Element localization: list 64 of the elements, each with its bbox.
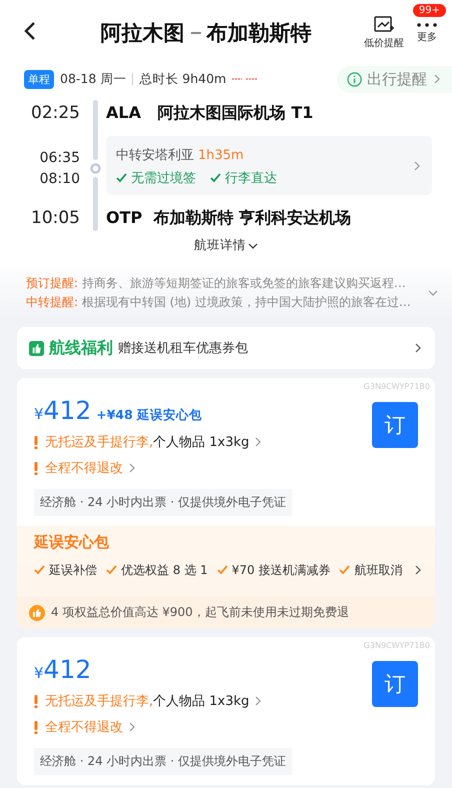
transfer-city: 中转安塔利亚 bbox=[116, 148, 194, 163]
arrival-time: 10:05 bbox=[31, 208, 80, 228]
check-icon bbox=[116, 173, 127, 183]
chevron-icon bbox=[253, 437, 264, 447]
total-duration: 总时长 9h40m bbox=[139, 70, 226, 88]
check-icon bbox=[339, 565, 350, 575]
route-title: 阿拉木图 bbox=[100, 20, 184, 47]
transfer-arrival-time: 06:35 bbox=[40, 150, 80, 166]
flight-details-link[interactable]: 航班详情 bbox=[0, 237, 452, 254]
transfer-card[interactable]: 中转安塔利亚 1h35m 无需过境签 行李直达 bbox=[106, 136, 432, 195]
chevron-icon bbox=[413, 564, 423, 574]
layover-duration: 1h35m bbox=[198, 148, 244, 163]
insurance-benefit: ¥70 接送机满减券 bbox=[216, 562, 330, 578]
chevron-icon bbox=[412, 160, 422, 170]
route-title: 布加勒斯特 bbox=[206, 20, 312, 47]
info-icon bbox=[347, 72, 362, 86]
fare-tags: 经济舱 · 24 小时内出票 · 仅提供境外电子凭证 bbox=[34, 489, 292, 516]
transfer-feature: 无需过境签 bbox=[116, 169, 196, 187]
trip-type-tag: 单程 bbox=[24, 70, 54, 88]
addon-price: +¥48 延误安心包 bbox=[96, 407, 202, 424]
departure-airport: ALA 阿拉木图国际机场 T1 bbox=[106, 102, 314, 124]
transfer-feature: 行李直达 bbox=[210, 169, 277, 187]
chevron-icon bbox=[428, 288, 438, 298]
chevron-icon bbox=[248, 240, 258, 250]
thumbs-up-icon bbox=[29, 604, 45, 620]
benefit-banner[interactable]: 航线福利 赠接送机租车优惠券包 bbox=[17, 327, 435, 369]
chevron-icon bbox=[432, 74, 442, 84]
chart-alert-icon bbox=[374, 16, 394, 34]
check-icon bbox=[210, 173, 221, 183]
fare-price: ¥412 bbox=[34, 396, 92, 425]
check-icon bbox=[34, 565, 45, 575]
notice-text: 中转提醒: 根据现有中转国 (地) 过境政策，持中国大陆护照的旅客在过… bbox=[26, 294, 412, 311]
insurance-summary: 4 项权益总价值高达 ¥900，起飞前未使用未过期免费退 bbox=[51, 604, 349, 621]
thumbs-up-icon bbox=[29, 340, 44, 356]
dash-icon bbox=[190, 32, 200, 34]
transfer-departure-time: 08:10 bbox=[40, 171, 80, 188]
arrival-airport: OTP 布加勒斯特 亨利科安达机场 bbox=[106, 208, 351, 228]
price-alert-button[interactable]: 低价提醒 bbox=[364, 16, 404, 50]
notification-badge: 99+ bbox=[412, 4, 446, 17]
wavy-underline-icon bbox=[232, 77, 258, 81]
notice-text: 预订提醒: 持商务、旅游等短期签证的旅客或免签的旅客建议购买返程… bbox=[26, 275, 407, 292]
fare-tags: 经济舱 · 24 小时内出票 · 仅提供境外电子凭证 bbox=[34, 748, 292, 775]
insurance-benefit: 优选权益 8 选 1 bbox=[106, 562, 208, 578]
flight-date: 08-18 周一 bbox=[60, 70, 126, 88]
warning-icon bbox=[34, 694, 38, 708]
warning-icon bbox=[34, 720, 38, 734]
chevron-icon bbox=[413, 343, 423, 353]
insurance-benefit: 航班取消 bbox=[339, 562, 402, 578]
chevron-icon bbox=[127, 463, 137, 473]
insurance-title: 延误安心包 bbox=[34, 533, 109, 551]
chevron-icon bbox=[253, 696, 264, 706]
more-icon bbox=[416, 22, 438, 28]
fare-price: ¥412 bbox=[34, 655, 92, 684]
book-button[interactable]: 订 bbox=[372, 661, 418, 707]
warning-icon bbox=[34, 436, 38, 448]
check-icon bbox=[106, 565, 117, 575]
check-icon bbox=[216, 565, 228, 575]
chevron-icon bbox=[127, 722, 137, 732]
departure-time: 02:25 bbox=[31, 103, 80, 123]
warning-icon bbox=[34, 462, 38, 474]
benefit-text: 赠接送机租车优惠券包 bbox=[118, 340, 249, 357]
insurance-benefit: 延误补偿 bbox=[34, 562, 97, 578]
more-button[interactable]: 更多 bbox=[416, 22, 438, 44]
book-button[interactable]: 订 bbox=[372, 402, 418, 448]
